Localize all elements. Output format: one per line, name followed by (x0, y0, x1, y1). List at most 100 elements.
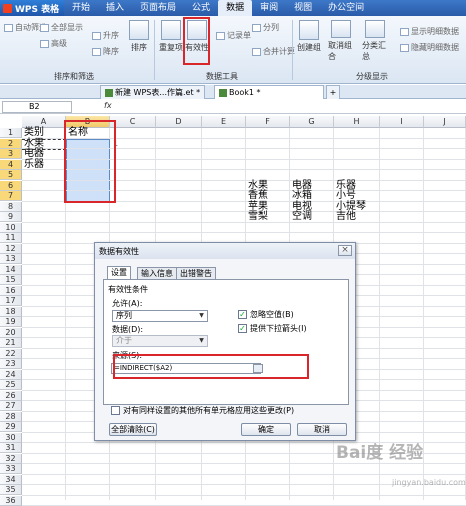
allow-select[interactable]: 序列 ▼ (112, 310, 208, 322)
cell-h8[interactable]: 小提琴 (336, 201, 366, 212)
menu-tab-review[interactable]: 审阅 (252, 0, 286, 16)
cell-h6[interactable]: 乐器 (336, 180, 356, 191)
fx-icon[interactable]: fx (104, 101, 112, 110)
tab-error-alert[interactable]: 出错警告 (176, 267, 216, 279)
cell-a4[interactable]: 乐器 (24, 159, 44, 170)
baidu-watermark-url: jingyan.baidu.com (392, 478, 466, 487)
row-header-30[interactable]: 30 (0, 432, 22, 443)
tab-input-message[interactable]: 输入信息 (137, 267, 177, 279)
name-box[interactable]: B2 (2, 101, 72, 113)
consolidate-button[interactable]: 合并计算 (252, 46, 295, 57)
advanced-filter-button[interactable]: 高级 (40, 38, 67, 49)
text-to-columns-button[interactable]: 分列 (252, 22, 279, 33)
row-header-2[interactable]: 2 (0, 138, 22, 149)
menu-tab-formula[interactable]: 公式 (184, 0, 218, 16)
row-header-35[interactable]: 35 (0, 485, 22, 495)
column-header-f[interactable]: F (246, 116, 290, 128)
row-header-12[interactable]: 12 (0, 243, 22, 254)
column-header-d[interactable]: D (156, 116, 202, 128)
row-header-23[interactable]: 23 (0, 359, 22, 369)
column-header-i[interactable]: I (380, 116, 424, 128)
group-create-button[interactable]: 创建组 (296, 18, 322, 62)
row-header-28[interactable]: 28 (0, 411, 22, 422)
column-header-h[interactable]: H (334, 116, 380, 128)
row-header-6[interactable]: 6 (0, 180, 22, 191)
row-header-17[interactable]: 17 (0, 296, 22, 306)
row-header-10[interactable]: 10 (0, 222, 22, 233)
row-header-33[interactable]: 33 (0, 464, 22, 474)
hide-detail-button[interactable]: 隐藏明细数据 (400, 42, 459, 53)
row-header-11[interactable]: 11 (0, 233, 22, 243)
dedupe-button[interactable]: 重复项 (158, 18, 184, 62)
row-header-16[interactable]: 16 (0, 285, 22, 296)
column-header-e[interactable]: E (202, 116, 246, 128)
clear-all-button[interactable]: 全部清除(C) (109, 423, 157, 436)
allow-label: 允许(A): (112, 299, 143, 308)
menu-tab-office-space[interactable]: 办公空间 (320, 0, 372, 16)
row-header-27[interactable]: 27 (0, 401, 22, 411)
sort-button[interactable]: 排序 (126, 18, 152, 62)
cell-f6[interactable]: 水果 (248, 180, 268, 191)
row-header-9[interactable]: 9 (0, 212, 22, 222)
cell-g6[interactable]: 电器 (292, 180, 312, 191)
sort-desc-button[interactable]: 降序 (92, 46, 119, 57)
row-header-34[interactable]: 34 (0, 474, 22, 485)
column-header-j[interactable]: J (424, 116, 466, 128)
cell-f7[interactable]: 香蕉 (248, 191, 268, 201)
row-header-19[interactable]: 19 (0, 317, 22, 327)
doc-tab-2[interactable]: Book1 * (214, 85, 324, 99)
tab-settings[interactable]: 设置 (107, 266, 131, 280)
row-header-7[interactable]: 7 (0, 191, 22, 201)
record-form-button[interactable]: 记录单 (216, 30, 251, 41)
sort-asc-button[interactable]: 升序 (92, 30, 119, 41)
doc-tab-1[interactable]: 新建 WPS表...作篇.et * (100, 85, 206, 99)
row-header-24[interactable]: 24 (0, 369, 22, 380)
row-header-18[interactable]: 18 (0, 306, 22, 317)
row-header-31[interactable]: 31 (0, 443, 22, 453)
new-tab-button[interactable]: + (326, 85, 340, 99)
row-header-1[interactable]: 1 (0, 128, 22, 138)
app-logo[interactable]: WPS 表格 (0, 0, 64, 16)
subtotal-button[interactable]: 分类汇总 (362, 18, 388, 62)
menu-tab-insert[interactable]: 插入 (98, 0, 132, 16)
show-all-button[interactable]: 全部显示 (40, 22, 83, 33)
cell-g9[interactable]: 空调 (292, 212, 312, 222)
column-header-g[interactable]: G (290, 116, 334, 128)
close-icon[interactable]: × (338, 245, 352, 256)
cell-h7[interactable]: 小号 (336, 191, 356, 201)
row-header-32[interactable]: 32 (0, 453, 22, 464)
row-header-4[interactable]: 4 (0, 159, 22, 170)
row-header-21[interactable]: 21 (0, 338, 22, 348)
row-header-8[interactable]: 8 (0, 201, 22, 212)
row-header-22[interactable]: 22 (0, 348, 22, 359)
ignore-blank-checkbox[interactable]: ✓ 忽略空值(B) (238, 309, 294, 320)
row-header-25[interactable]: 25 (0, 380, 22, 390)
apply-all-checkbox[interactable]: 对有同样设置的其他所有单元格应用这些更改(P) (111, 405, 294, 416)
row-header-26[interactable]: 26 (0, 390, 22, 401)
row-header-20[interactable]: 20 (0, 327, 22, 338)
cell-g7[interactable]: 冰箱 (292, 191, 312, 201)
cell-h9[interactable]: 吉他 (336, 212, 356, 222)
cell-a3[interactable]: 电器 (24, 149, 44, 159)
cell-f8[interactable]: 苹果 (248, 201, 268, 212)
row-header-5[interactable]: 5 (0, 170, 22, 180)
row-header-14[interactable]: 14 (0, 264, 22, 275)
show-detail-button[interactable]: 显示明细数据 (400, 26, 459, 37)
menu-tab-view[interactable]: 视图 (286, 0, 320, 16)
menu-tab-home[interactable]: 开始 (64, 0, 98, 16)
ok-button[interactable]: 确定 (241, 423, 291, 436)
column-header-c[interactable]: C (110, 116, 156, 128)
cancel-button[interactable]: 取消 (297, 423, 347, 436)
cell-g8[interactable]: 电视 (292, 201, 312, 212)
row-header-13[interactable]: 13 (0, 254, 22, 264)
ungroup-button[interactable]: 取消组合 (328, 18, 354, 62)
menu-tab-page-layout[interactable]: 页面布局 (132, 0, 184, 16)
cell-f9[interactable]: 雪梨 (248, 212, 268, 222)
row-header-29[interactable]: 29 (0, 422, 22, 432)
row-header-3[interactable]: 3 (0, 149, 22, 159)
menu-tab-data[interactable]: 数据 (218, 0, 253, 16)
cell-a1[interactable]: 类别 (24, 128, 44, 138)
row-header-36[interactable]: 36 (0, 495, 22, 506)
row-header-15[interactable]: 15 (0, 275, 22, 285)
in-cell-dropdown-checkbox[interactable]: ✓ 提供下拉箭头(I) (238, 323, 307, 334)
